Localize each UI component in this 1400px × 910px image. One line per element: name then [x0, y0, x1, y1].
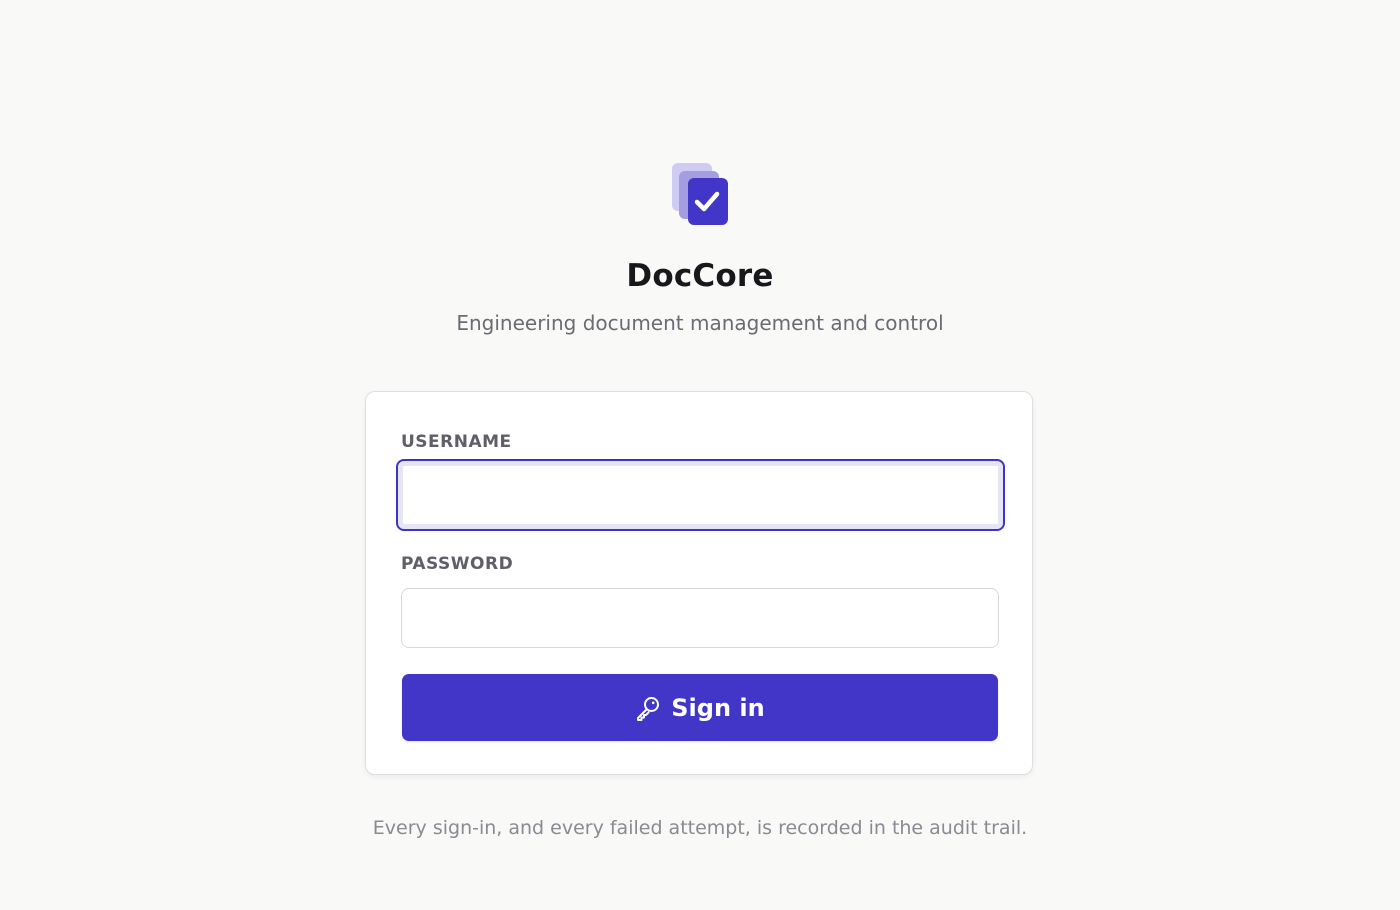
app-tagline: Engineering document management and cont…	[456, 311, 944, 335]
sign-in-label: Sign in	[671, 693, 765, 722]
app-title: DocCore	[626, 258, 774, 294]
password-input[interactable]	[401, 588, 999, 648]
key-icon	[635, 695, 661, 721]
audit-trail-note: Every sign-in, and every failed attempt,…	[372, 817, 1028, 839]
doccore-logo-icon	[672, 163, 728, 225]
login-page: DocCore Engineering document management …	[0, 0, 1400, 910]
username-input[interactable]	[396, 459, 1005, 531]
password-label: PASSWORD	[401, 554, 514, 574]
username-label: USERNAME	[401, 432, 512, 452]
sign-in-button[interactable]: Sign in	[402, 674, 998, 741]
login-card: USERNAME PASSWORD Sign in	[365, 391, 1033, 775]
